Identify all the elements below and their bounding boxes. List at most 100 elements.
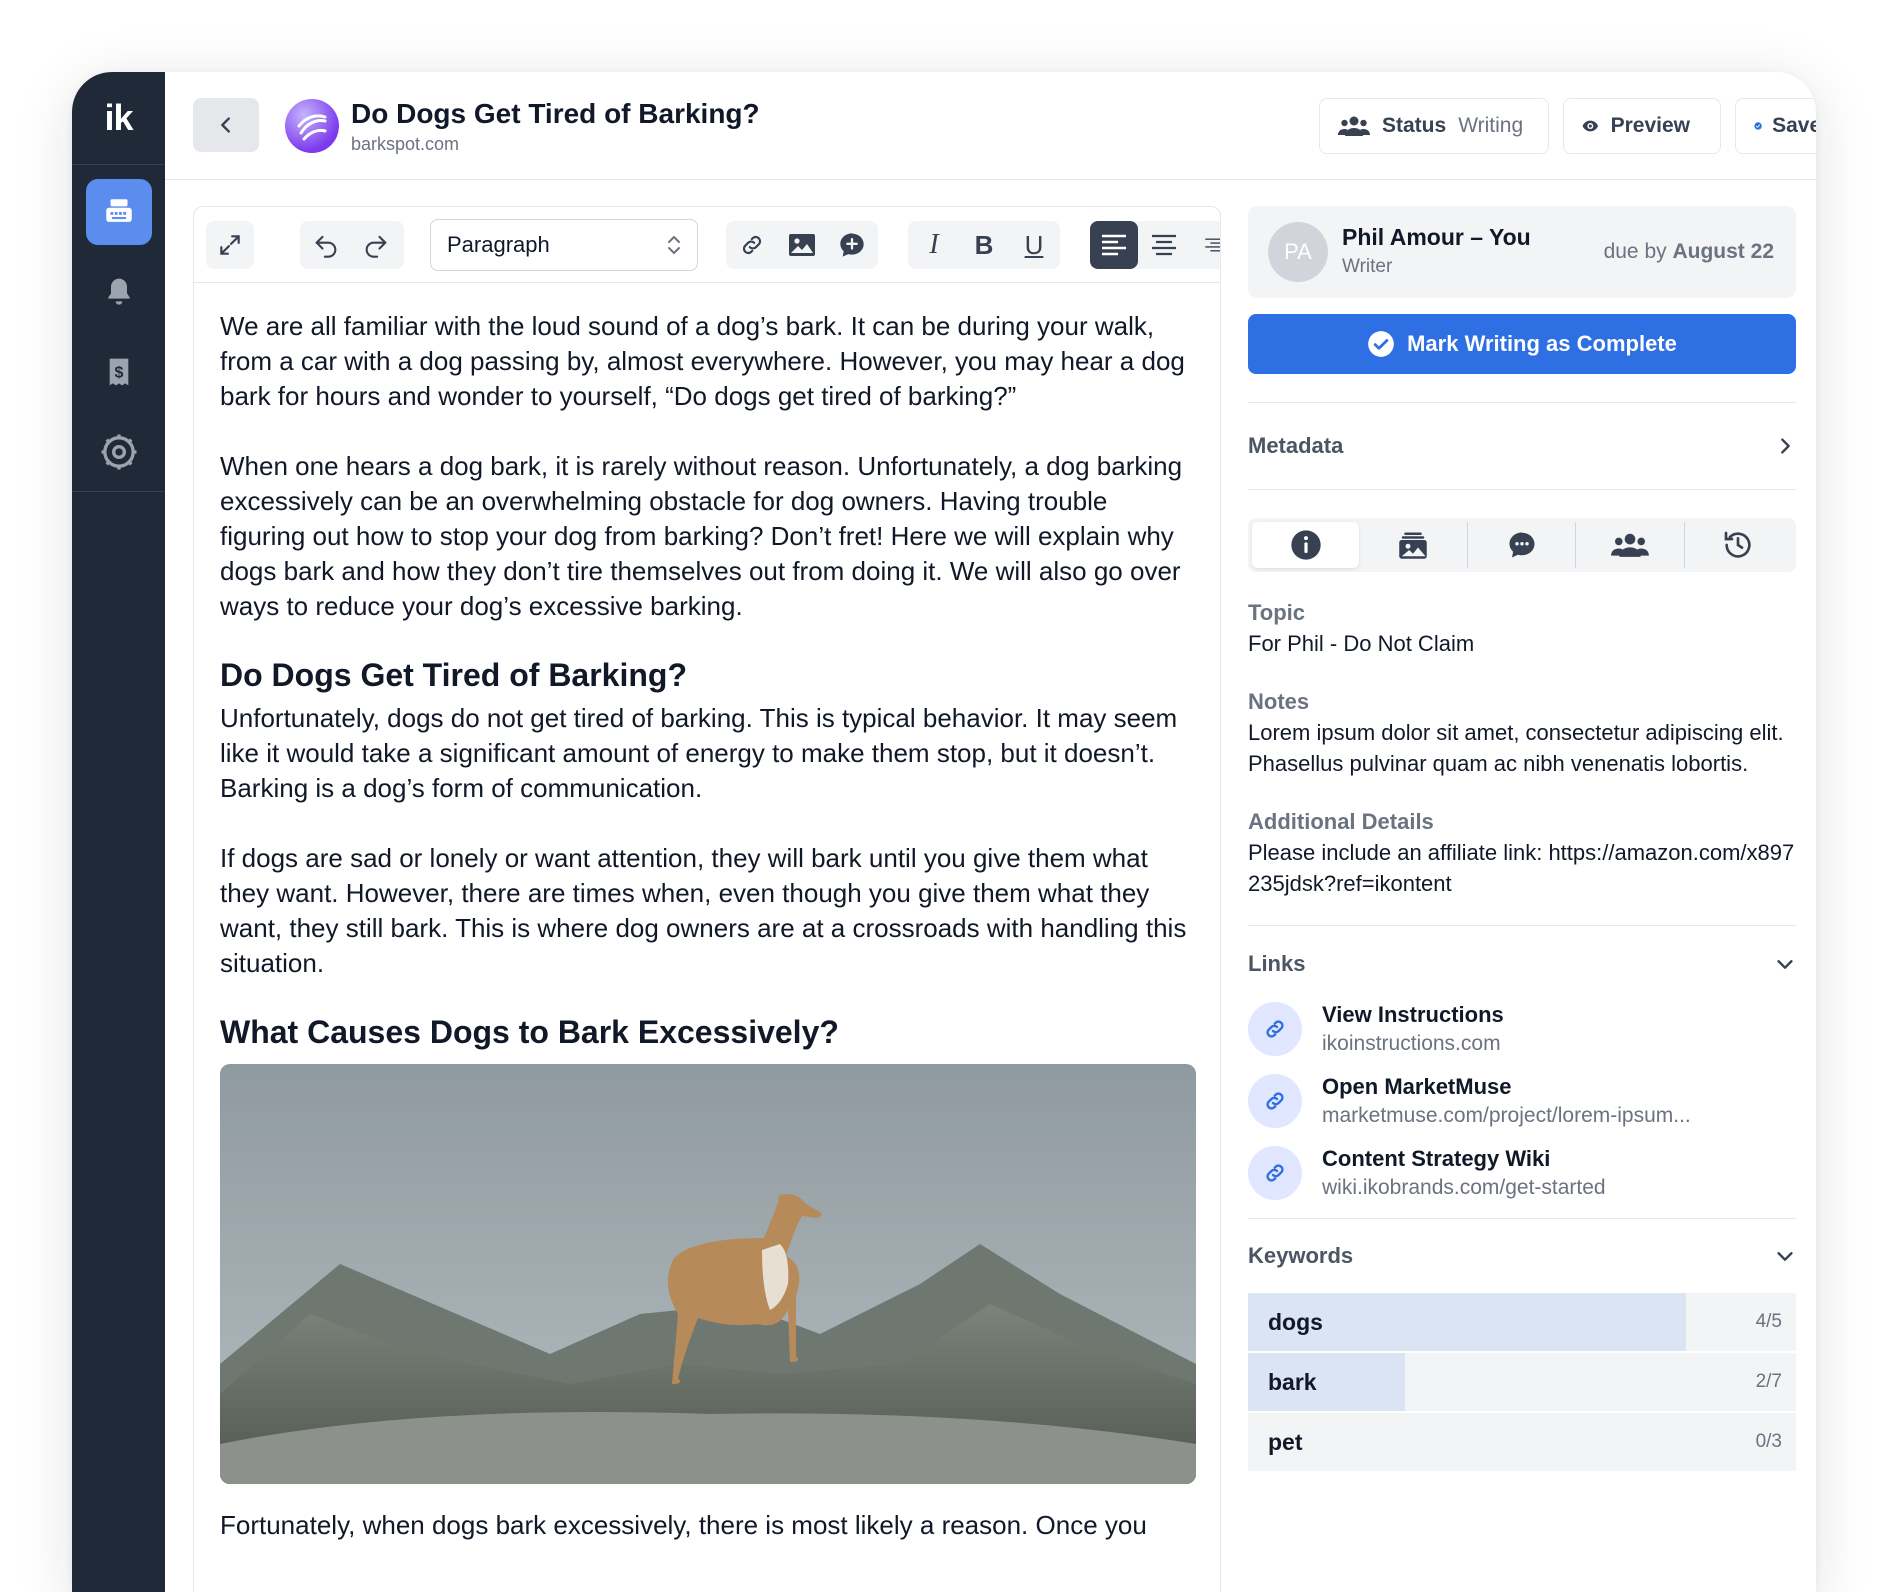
- heading[interactable]: What Causes Dogs to Bark Excessively?: [220, 1012, 1194, 1052]
- underline-button[interactable]: U: [1010, 221, 1058, 269]
- status-value: Writing: [1458, 114, 1524, 137]
- block-type-select[interactable]: Paragraph: [430, 219, 698, 271]
- paragraph[interactable]: If dogs are sad or lonely or want attent…: [220, 841, 1194, 981]
- saved-button[interactable]: Saved: [1735, 98, 1816, 154]
- keyword-row[interactable]: pet 0/3: [1248, 1413, 1796, 1471]
- keyword-word: dogs: [1268, 1308, 1323, 1335]
- fullscreen-button[interactable]: [206, 221, 254, 269]
- gear-icon: [101, 434, 136, 470]
- users-icon: [1611, 533, 1649, 557]
- keywords-toggle[interactable]: Keywords: [1248, 1219, 1796, 1293]
- details-value: Please include an affiliate link: https:…: [1248, 840, 1795, 896]
- sidebar-item-settings[interactable]: [86, 419, 152, 485]
- panel-tabs: [1248, 518, 1796, 572]
- document-body[interactable]: We are all familiar with the loud sound …: [194, 283, 1220, 1543]
- link-icon: [742, 235, 762, 255]
- image-icon: [789, 234, 815, 256]
- keyword-row[interactable]: bark 2/7: [1248, 1353, 1796, 1411]
- chevron-left-icon: [221, 117, 230, 133]
- due-prefix: due by: [1603, 240, 1667, 263]
- block-type-value: Paragraph: [447, 232, 550, 257]
- link-item[interactable]: Content Strategy Wiki wiki.ikobrands.com/…: [1248, 1146, 1796, 1200]
- paragraph[interactable]: We are all familiar with the loud sound …: [220, 309, 1194, 414]
- align-left-button[interactable]: [1090, 221, 1138, 269]
- italic-button[interactable]: I: [910, 221, 958, 269]
- notes-value: Lorem ipsum dolor sit amet, consectetur …: [1248, 720, 1784, 776]
- status-button[interactable]: Status Writing: [1319, 98, 1549, 154]
- bold-button[interactable]: B: [960, 221, 1008, 269]
- undo-button[interactable]: [302, 221, 350, 269]
- paragraph[interactable]: Unfortunately, dogs do not get tired of …: [220, 701, 1194, 806]
- history-icon: [1724, 531, 1751, 558]
- link-url: marketmuse.com/project/lorem-ipsum...: [1322, 1104, 1691, 1127]
- mark-complete-label: Mark Writing as Complete: [1407, 331, 1677, 356]
- comment-icon: [1509, 532, 1535, 558]
- links-label: Links: [1248, 951, 1306, 976]
- insert-link-button[interactable]: [728, 221, 776, 269]
- preview-button[interactable]: Preview: [1563, 98, 1721, 154]
- chevron-down-icon: [1777, 1252, 1793, 1261]
- receipt-icon: $: [109, 358, 128, 386]
- paragraph[interactable]: When one hears a dog bark, it is rarely …: [220, 449, 1194, 624]
- links-toggle[interactable]: Links: [1248, 926, 1796, 1002]
- assignee-card: PA Phil Amour – You Writer due by August…: [1248, 206, 1796, 298]
- image-stack-icon: [1399, 532, 1427, 559]
- link-item[interactable]: View Instructions ikoinstructions.com: [1248, 1002, 1796, 1056]
- tab-team[interactable]: [1576, 522, 1685, 568]
- paragraph[interactable]: Fortunately, when dogs bark excessively,…: [220, 1508, 1194, 1543]
- tab-info[interactable]: [1252, 522, 1360, 568]
- app-window: ik $ Do Dogs Get Tired of Barking? barks…: [72, 72, 1816, 1592]
- divider: [1248, 489, 1796, 490]
- link-item[interactable]: Open MarketMuse marketmuse.com/project/lo…: [1248, 1074, 1796, 1128]
- sidebar-item-editor[interactable]: [85, 179, 152, 245]
- saved-label: Saved: [1772, 114, 1816, 137]
- top-bar: Do Dogs Get Tired of Barking? barkspot.c…: [165, 72, 1816, 180]
- align-center-button[interactable]: [1140, 221, 1188, 269]
- info-icon: [1291, 530, 1321, 560]
- chevron-right-icon: [1781, 438, 1790, 454]
- link-icon: [1248, 1074, 1302, 1128]
- expand-icon: [220, 235, 240, 255]
- site-logo-icon: [285, 99, 339, 153]
- insert-comment-button[interactable]: [828, 221, 876, 269]
- insert-image-button[interactable]: [778, 221, 826, 269]
- links-list: View Instructions ikoinstructions.com Ope…: [1248, 1002, 1796, 1200]
- heading[interactable]: Do Dogs Get Tired of Barking?: [220, 655, 1194, 695]
- tab-comments[interactable]: [1468, 522, 1577, 568]
- metadata-toggle[interactable]: Metadata: [1248, 403, 1796, 489]
- article-image[interactable]: [220, 1064, 1196, 1484]
- svg-text:$: $: [114, 364, 123, 381]
- keyword-word: bark: [1268, 1368, 1317, 1395]
- redo-button[interactable]: [352, 221, 400, 269]
- sidebar: ik $: [72, 72, 165, 1592]
- metadata-label: Metadata: [1248, 433, 1344, 458]
- link-icon: [1248, 1002, 1302, 1056]
- tab-history[interactable]: [1685, 522, 1792, 568]
- due-date-value: August 22: [1672, 240, 1774, 263]
- typewriter-icon: [105, 199, 132, 222]
- link-title: Open MarketMuse: [1322, 1074, 1512, 1099]
- align-right-icon: [1205, 238, 1220, 252]
- topic-value: For Phil - Do Not Claim: [1248, 631, 1475, 656]
- app-logo[interactable]: ik: [72, 72, 165, 165]
- keywords-list: dogs 4/5 bark 2/7 pet 0/3: [1248, 1293, 1796, 1471]
- sidebar-item-notifications[interactable]: [86, 259, 152, 325]
- link-icon: [1248, 1146, 1302, 1200]
- back-button[interactable]: [193, 98, 259, 152]
- mark-complete-button[interactable]: Mark Writing as Complete: [1248, 314, 1796, 374]
- keyword-row[interactable]: dogs 4/5: [1248, 1293, 1796, 1351]
- users-icon: [1338, 116, 1370, 136]
- align-right-button[interactable]: [1190, 221, 1220, 269]
- details-label: Additional Details: [1248, 809, 1434, 834]
- topic-label: Topic: [1248, 600, 1306, 625]
- avatar: PA: [1268, 222, 1328, 282]
- keyword-count: 2/7: [1755, 1371, 1782, 1392]
- page-title: Do Dogs Get Tired of Barking?: [351, 98, 760, 129]
- sidebar-item-billing[interactable]: $: [86, 339, 152, 405]
- keyword-count: 4/5: [1755, 1311, 1782, 1332]
- link-url: wiki.ikobrands.com/get-started: [1322, 1176, 1606, 1199]
- bell-icon: [107, 278, 130, 305]
- editor-panel: Paragraph I B U We are all familiar with…: [193, 206, 1221, 1592]
- topic-field: Topic For Phil - Do Not Claim: [1248, 600, 1796, 659]
- tab-media[interactable]: [1359, 522, 1468, 568]
